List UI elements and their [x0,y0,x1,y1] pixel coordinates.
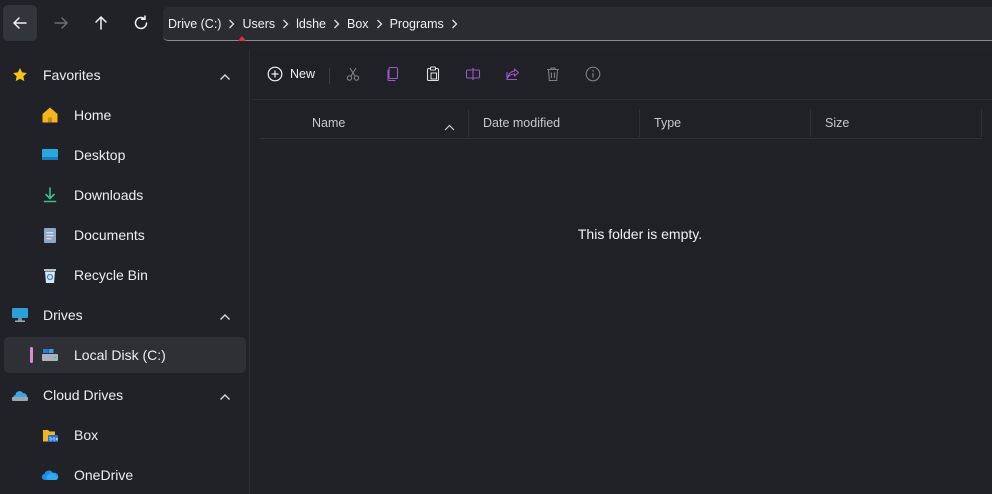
column-date-modified[interactable]: Date modified [483,107,638,139]
breadcrumb-label: Drive (C:) [168,16,222,31]
arrow-up-icon [95,16,107,30]
section-favorites[interactable]: Favorites [0,57,250,93]
download-icon [41,186,59,204]
sidebar-item-label: Documents [74,227,145,243]
desktop-icon [41,146,59,164]
chevron-right-icon[interactable] [228,19,235,29]
documents-icon [41,226,59,244]
sidebar-item-local-disk[interactable]: Local Disk (C:) [4,337,246,373]
chevron-up-icon[interactable] [219,309,231,324]
breadcrumb-label: ldshe [296,16,327,31]
column-label: Type [654,116,682,130]
sidebar-item-desktop[interactable]: Desktop [4,137,246,173]
cut-button[interactable] [345,64,361,84]
chevron-up-icon[interactable] [219,69,231,84]
chevron-up-icon[interactable] [219,389,231,404]
chevron-right-icon[interactable] [451,19,458,29]
box-folder-icon: box [41,426,59,444]
arrow-right-icon [54,17,68,29]
cloud-drive-icon [11,386,29,404]
paste-button[interactable] [425,64,441,84]
sidebar-item-label: Home [74,107,112,123]
column-divider[interactable] [810,109,811,137]
column-header: Name Date modified Type Size [260,107,982,139]
svg-text:box: box [49,437,58,443]
column-type[interactable]: Type [654,107,809,139]
breadcrumb-item[interactable]: Users [242,17,296,31]
sidebar-item-label: OneDrive [74,467,134,483]
recycle-bin-icon [41,266,59,284]
cut-icon [346,67,360,81]
star-icon [11,66,29,84]
monitor-icon [11,306,29,324]
sidebar: Favorites Home Desktop Downloads Documen… [0,50,250,494]
back-button[interactable] [3,5,37,41]
sidebar-item-label: Desktop [74,147,126,163]
sidebar-item-label: Downloads [74,187,144,203]
onedrive-icon [41,466,59,484]
paste-icon [426,66,440,82]
delete-button[interactable] [545,64,561,84]
title-bar: Drive (C:) Users ldshe Box Programs [0,0,992,50]
sidebar-item-label: Local Disk (C:) [74,347,166,363]
copy-button[interactable] [385,64,401,84]
sort-ascending-icon [444,120,455,134]
toolbar-divider [329,68,330,84]
sidebar-item-downloads[interactable]: Downloads [4,177,246,213]
section-cloud-drives[interactable]: Cloud Drives [0,377,250,413]
info-icon [585,66,601,82]
section-label: Cloud Drives [43,387,124,403]
section-label: Drives [43,307,83,323]
sidebar-item-recycle-bin[interactable]: Recycle Bin [4,257,246,293]
refresh-button[interactable] [124,5,158,41]
breadcrumb-label: Users [242,16,276,31]
sidebar-item-onedrive[interactable]: OneDrive [4,457,246,493]
section-drives[interactable]: Drives [0,297,250,333]
chevron-right-icon[interactable] [376,19,383,29]
share-button[interactable] [505,64,521,84]
column-label: Size [825,116,850,130]
rename-button[interactable] [465,64,481,84]
chevron-right-icon[interactable] [333,19,340,29]
column-label: Date modified [483,116,561,130]
sidebar-item-home[interactable]: Home [4,97,246,133]
column-label: Name [312,116,346,130]
sidebar-item-documents[interactable]: Documents [4,217,246,253]
sidebar-item-label: Recycle Bin [74,267,148,283]
plus-circle-icon [267,66,283,82]
forward-button[interactable] [44,5,78,41]
breadcrumb-item[interactable]: Drive (C:) [168,17,242,31]
column-divider[interactable] [639,109,640,137]
sidebar-item-label: Box [74,427,99,443]
breadcrumb-item[interactable]: Programs [390,17,465,31]
section-label: Favorites [43,67,101,83]
home-icon [41,106,59,124]
column-divider[interactable] [468,109,469,137]
empty-folder-message: This folder is empty. [577,226,703,242]
copy-icon [387,66,399,82]
column-name[interactable]: Name [312,107,468,139]
share-icon [506,68,520,81]
local-disk-icon [41,346,59,364]
new-button[interactable]: New [267,64,315,84]
breadcrumb-item[interactable]: ldshe [296,17,347,31]
properties-button[interactable] [585,64,601,84]
breadcrumb-label: Programs [389,16,444,31]
address-bar[interactable]: Drive (C:) Users ldshe Box Programs [163,7,992,41]
up-button[interactable] [84,5,118,41]
breadcrumb-item[interactable]: Box [347,17,390,31]
rename-icon [465,68,481,80]
column-size[interactable]: Size [825,107,980,139]
delete-icon [547,67,559,82]
command-bar: New [251,50,992,100]
chevron-right-icon[interactable] [282,19,289,29]
new-button-label: New [290,67,316,81]
breadcrumb-label: Box [347,16,369,31]
column-divider[interactable] [981,109,982,137]
selection-indicator [30,347,33,363]
arrow-left-icon [13,17,27,29]
refresh-icon [134,15,148,30]
sidebar-item-box[interactable]: box Box [4,417,246,453]
